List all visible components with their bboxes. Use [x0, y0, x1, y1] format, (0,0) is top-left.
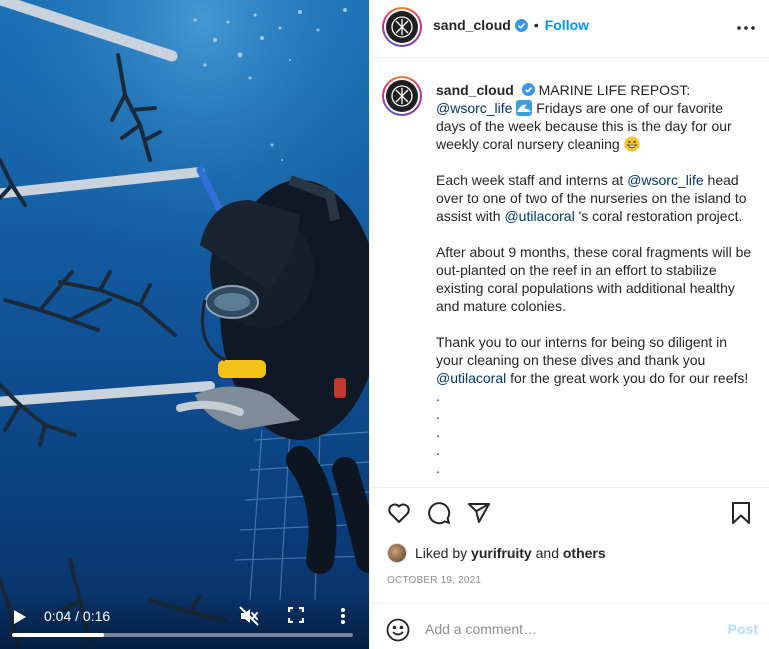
liker-avatar[interactable]	[387, 543, 407, 563]
action-bar	[370, 500, 769, 528]
caption-text-4b: for the great work you do for our reefs!	[506, 370, 749, 386]
caption-dot: .	[436, 388, 440, 404]
sand-cloud-logo-icon	[391, 16, 413, 38]
liker-username[interactable]: yurifruity	[471, 545, 532, 561]
post-details-panel: sand_cloud • Follow sand_cloud MARINE LI…	[369, 0, 769, 649]
video-player[interactable]: 0:04 / 0:16	[0, 0, 369, 649]
post-header: sand_cloud • Follow	[370, 0, 769, 58]
follow-button[interactable]: Follow	[545, 17, 589, 33]
caption-text-2a: Each week staff and interns at	[436, 172, 628, 188]
caption-dot: .	[436, 424, 440, 440]
current-time: 0:04	[44, 608, 72, 624]
wave-emoji	[516, 100, 533, 116]
mention-link[interactable]: @wsorc_life	[627, 172, 703, 188]
comment-input[interactable]	[425, 618, 705, 640]
caption-text-1: MARINE LIFE REPOST:	[538, 82, 695, 98]
header-username[interactable]: sand_cloud	[433, 17, 511, 33]
post-date[interactable]: OCTOBER 19, 2021	[387, 575, 481, 586]
video-controls: 0:04 / 0:16	[0, 589, 369, 649]
post-caption: sand_cloud MARINE LIFE REPOST: @wsorc_li…	[436, 81, 756, 477]
avatar[interactable]	[382, 7, 422, 47]
video-time: 0:04 / 0:16	[44, 608, 110, 624]
horizontal-dots-icon[interactable]	[736, 18, 756, 38]
caption-text-3: After about 9 months, these coral fragme…	[436, 244, 752, 314]
verified-badge-icon	[514, 18, 528, 32]
caption-dot: .	[436, 406, 440, 422]
instagram-post: 0:04 / 0:16 sand_cloud • Follow sand_clo…	[0, 0, 769, 649]
likes-prefix: Liked by	[415, 545, 472, 561]
comment-icon[interactable]	[426, 500, 452, 526]
likes-middle: and	[531, 545, 563, 561]
video-progress-fill	[12, 633, 105, 637]
likes-others-link[interactable]: others	[563, 545, 606, 561]
caption-section: sand_cloud MARINE LIFE REPOST: @wsorc_li…	[370, 58, 769, 488]
post-comment-button[interactable]: Post	[728, 621, 758, 637]
time-separator: /	[71, 608, 83, 624]
grinning-face-emoji	[624, 136, 640, 152]
duration: 0:16	[82, 608, 111, 624]
verified-badge-icon	[521, 83, 535, 96]
caption-dot: .	[436, 460, 440, 476]
heart-icon[interactable]	[386, 500, 412, 526]
play-icon[interactable]	[10, 607, 30, 627]
share-icon[interactable]	[466, 500, 492, 526]
mention-link[interactable]: @utilacoral	[436, 370, 506, 386]
likes-summary: Liked by yurifruity and others	[387, 543, 606, 563]
fullscreen-icon[interactable]	[286, 605, 306, 625]
emoji-smiley-icon[interactable]	[386, 618, 410, 642]
muted-speaker-icon[interactable]	[238, 605, 260, 627]
caption-text-2c: 's coral restoration project.	[574, 208, 743, 224]
caption-username[interactable]: sand_cloud	[436, 82, 514, 98]
bookmark-icon[interactable]	[728, 500, 754, 526]
underwater-scene-image	[0, 0, 369, 647]
comment-bar: Post	[370, 603, 769, 649]
vertical-dots-icon[interactable]	[334, 605, 352, 627]
mention-link[interactable]: @wsorc_life	[436, 100, 512, 116]
mention-link[interactable]: @utilacoral	[504, 208, 574, 224]
caption-avatar[interactable]	[382, 76, 422, 116]
caption-text-4a: Thank you to our interns for being so di…	[436, 334, 731, 368]
sand-cloud-logo-icon	[391, 85, 413, 107]
caption-dot: .	[436, 442, 440, 458]
header-separator: •	[533, 17, 539, 33]
video-progress-bar[interactable]	[12, 633, 353, 637]
